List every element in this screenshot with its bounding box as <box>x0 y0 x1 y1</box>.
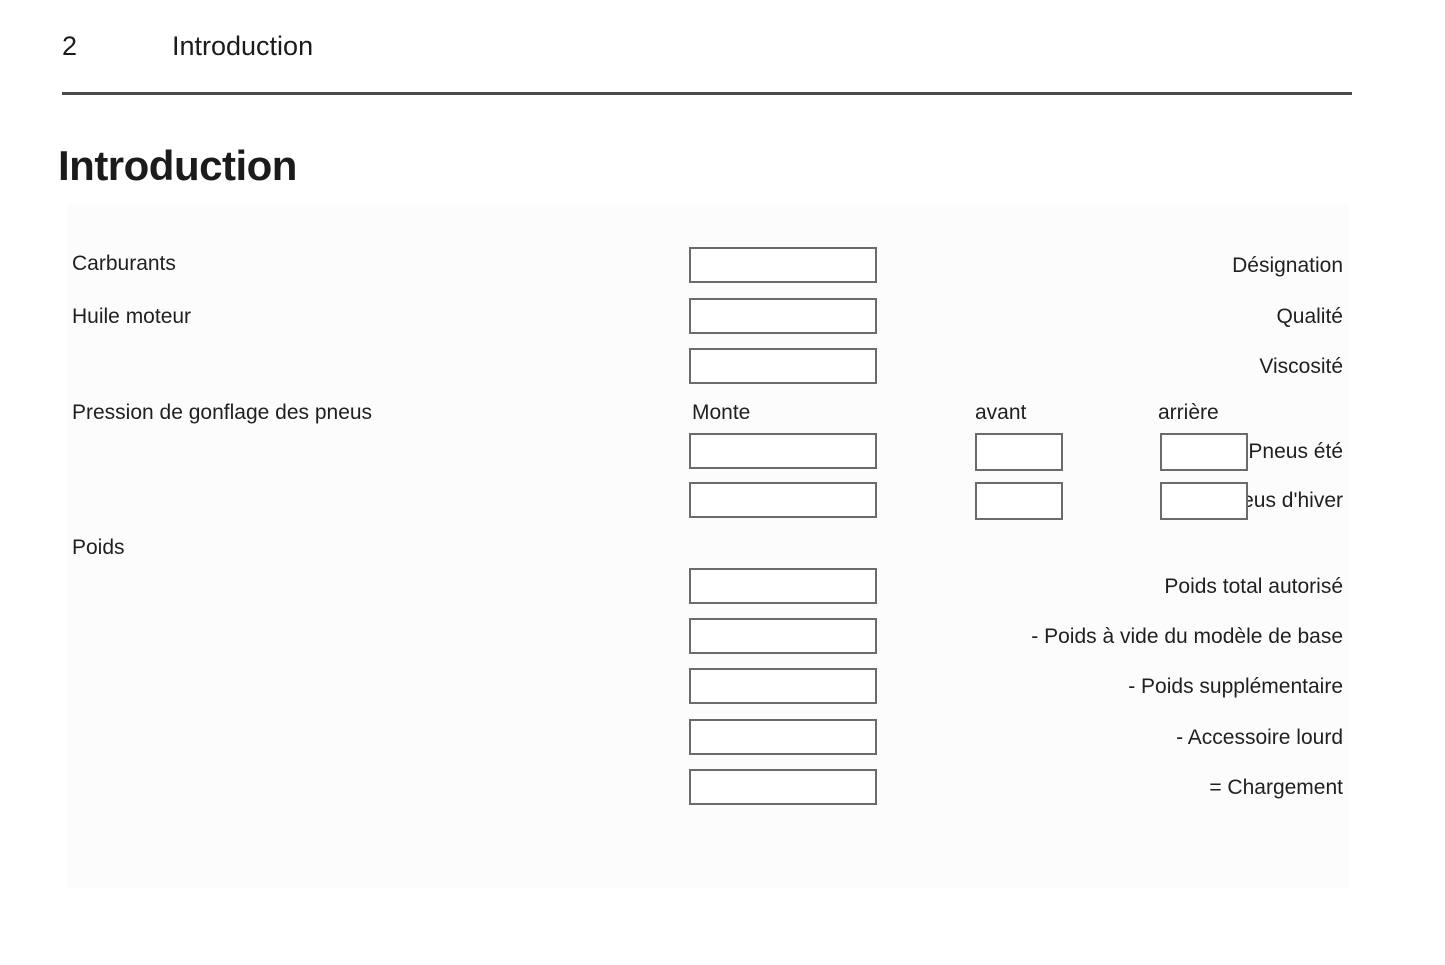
field-box-winter-tyres-mount[interactable] <box>689 482 877 518</box>
section-label-tyre-pressure: Pression de gonflage des pneus <box>72 401 373 424</box>
column-header-front: avant <box>975 401 1027 424</box>
field-input-extra-weight[interactable] <box>691 670 875 702</box>
field-input-payload[interactable] <box>691 771 875 803</box>
field-input-kerb-weight[interactable] <box>691 620 875 652</box>
field-input-summer-tyres-mount[interactable] <box>691 435 875 467</box>
field-box-summer-tyres-front[interactable] <box>975 433 1063 471</box>
field-box-payload[interactable] <box>689 769 877 805</box>
field-box-summer-tyres-rear[interactable] <box>1160 433 1248 471</box>
field-box-summer-tyres-mount[interactable] <box>689 433 877 469</box>
field-box-gross-weight[interactable] <box>689 568 877 604</box>
page-title: Introduction <box>58 142 297 190</box>
vehicle-data-panel: Carburants Huile moteur Pression de gonf… <box>67 205 1349 888</box>
field-input-viscosity[interactable] <box>691 350 875 382</box>
field-box-heavy-accessory[interactable] <box>689 719 877 755</box>
section-label-weights: Poids <box>72 536 125 559</box>
field-input-gross-weight[interactable] <box>691 570 875 602</box>
header-divider <box>62 92 1352 95</box>
field-input-quality[interactable] <box>691 300 875 332</box>
field-input-designation[interactable] <box>691 249 875 281</box>
field-box-extra-weight[interactable] <box>689 668 877 704</box>
column-header-mount: Monte <box>692 401 751 424</box>
section-label-fuels: Carburants <box>72 252 176 275</box>
running-header: 2 Introduction <box>62 28 1352 72</box>
field-input-summer-tyres-front[interactable] <box>977 435 1061 469</box>
field-box-viscosity[interactable] <box>689 348 877 384</box>
field-box-designation[interactable] <box>689 247 877 283</box>
field-box-winter-tyres-front[interactable] <box>975 482 1063 520</box>
field-box-quality[interactable] <box>689 298 877 334</box>
field-box-kerb-weight[interactable] <box>689 618 877 654</box>
page-number: 2 <box>62 31 78 61</box>
field-input-winter-tyres-mount[interactable] <box>691 484 875 516</box>
field-input-summer-tyres-rear[interactable] <box>1162 435 1246 469</box>
section-label-engine-oil: Huile moteur <box>72 305 192 328</box>
field-input-winter-tyres-rear[interactable] <box>1162 484 1246 518</box>
column-header-rear: arrière <box>1158 401 1219 424</box>
field-input-heavy-accessory[interactable] <box>691 721 875 753</box>
field-input-winter-tyres-front[interactable] <box>977 484 1061 518</box>
header-chapter-title: Introduction <box>172 31 314 61</box>
field-box-winter-tyres-rear[interactable] <box>1160 482 1248 520</box>
